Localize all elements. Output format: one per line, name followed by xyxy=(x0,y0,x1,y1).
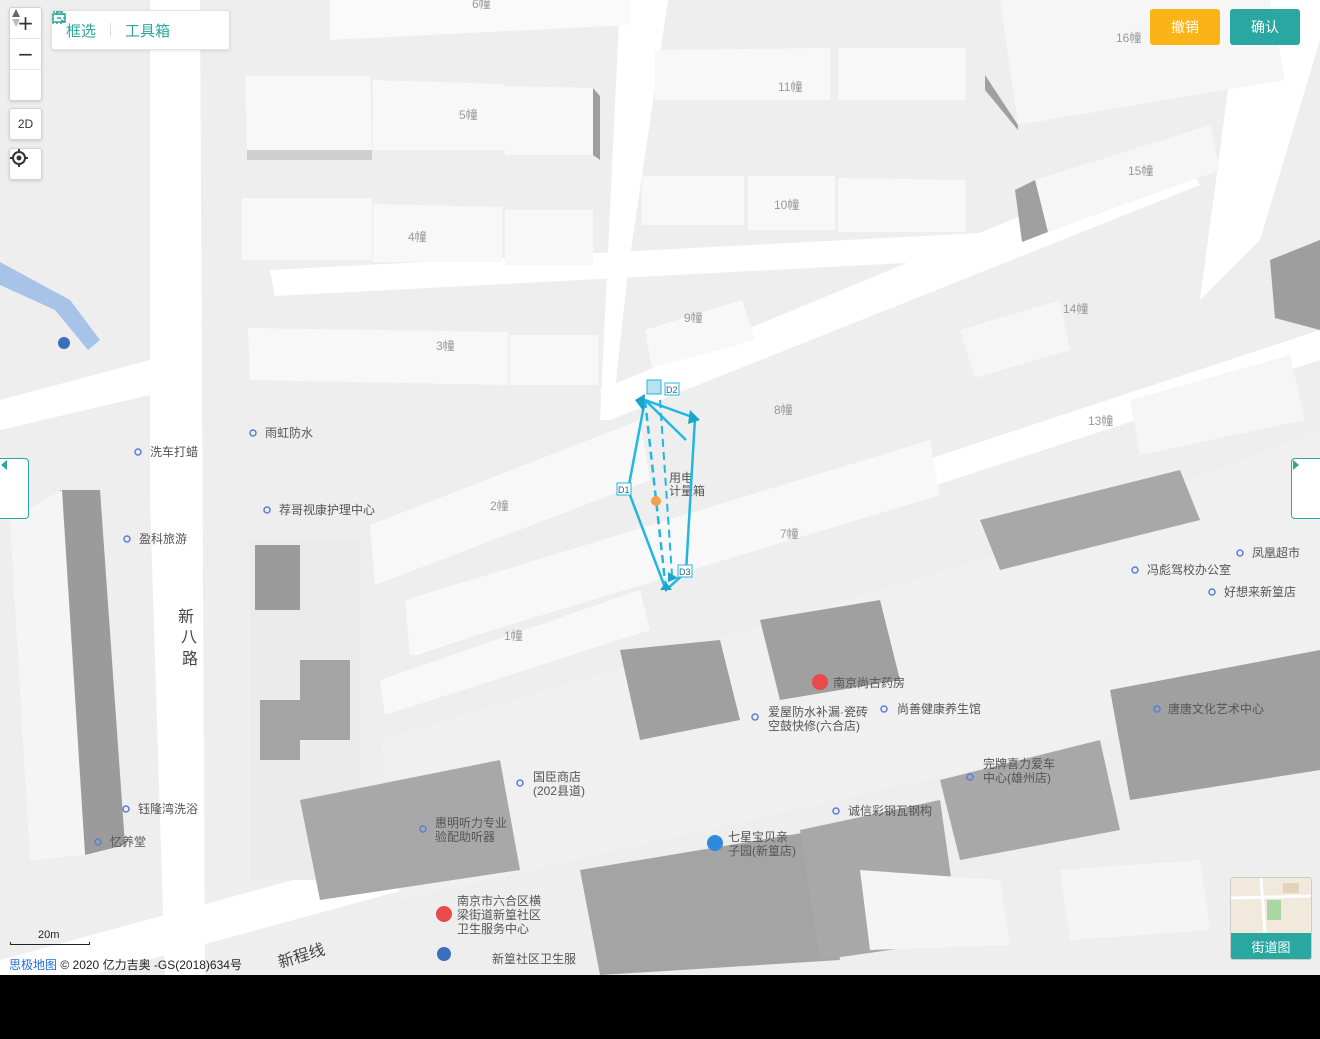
right-panel-toggle[interactable] xyxy=(1291,458,1320,519)
map-layer[interactable]: 6幢 16幢 11幢 5幢 15幢 10幢 4幢 9幢 14幢 3幢 8幢 13… xyxy=(0,0,1320,975)
road-xinba xyxy=(150,0,205,975)
svg-text:尚善健康养生馆: 尚善健康养生馆 xyxy=(897,701,981,716)
svg-text:荐哥视康护理中心: 荐哥视康护理中心 xyxy=(279,502,375,517)
svg-text:新程线: 新程线 xyxy=(276,941,327,972)
svg-text:验配助听器: 验配助听器 xyxy=(435,829,495,844)
chevron-right-icon xyxy=(1293,460,1299,470)
zoom-out-button[interactable]: − xyxy=(10,39,41,70)
locate-button[interactable] xyxy=(9,148,42,180)
svg-text:9幢: 9幢 xyxy=(684,310,703,325)
svg-text:南京市六合区横: 南京市六合区横 xyxy=(457,893,541,908)
svg-text:雨虹防水: 雨虹防水 xyxy=(265,425,313,440)
svg-text:冯彪驾校办公室: 冯彪驾校办公室 xyxy=(1147,562,1231,577)
box-select-label: 框选 xyxy=(66,22,97,40)
streetview-thumbnail xyxy=(1231,878,1311,933)
copyright-text: © 2020 亿力吉奥 -GS(2018)634号 xyxy=(60,958,242,972)
svg-text:计量箱: 计量箱 xyxy=(669,483,705,498)
svg-text:好想来新篁店: 好想来新篁店 xyxy=(1224,584,1296,599)
confirm-button[interactable]: 确认 xyxy=(1230,9,1300,45)
svg-text:子园(新篁店): 子园(新篁店) xyxy=(728,843,796,858)
svg-text:D1: D1 xyxy=(618,485,630,495)
svg-text:七星宝贝亲: 七星宝贝亲 xyxy=(728,830,788,844)
chevron-left-icon xyxy=(1,460,7,470)
scale-bar: 20m xyxy=(10,928,90,945)
road-west xyxy=(0,360,150,430)
svg-text:D3: D3 xyxy=(679,567,691,577)
svg-text:16幢: 16幢 xyxy=(1116,30,1141,45)
svg-text:15幢: 15幢 xyxy=(1128,163,1153,178)
zoom-controls: + − xyxy=(9,7,42,101)
svg-text:路: 路 xyxy=(182,650,198,668)
svg-text:新篁社区卫生服: 新篁社区卫生服 xyxy=(492,951,576,966)
svg-text:用电: 用电 xyxy=(669,471,693,485)
svg-text:4幢: 4幢 xyxy=(408,229,427,244)
svg-text:5幢: 5幢 xyxy=(459,107,478,122)
svg-text:洗车打蜡: 洗车打蜡 xyxy=(150,444,198,459)
svg-text:新: 新 xyxy=(178,608,194,626)
svg-text:3幢: 3幢 xyxy=(436,338,455,353)
svg-text:8幢: 8幢 xyxy=(774,402,793,417)
svg-text:唐唐文化艺术中心: 唐唐文化艺术中心 xyxy=(1168,701,1264,716)
map-brand-link[interactable]: 思极地图 xyxy=(9,958,57,972)
toolbox-label: 工具箱 xyxy=(125,22,171,40)
svg-text:空鼓快修(六合店): 空鼓快修(六合店) xyxy=(768,718,860,733)
streetview-label: 街道图 xyxy=(1231,933,1311,959)
svg-text:国臣商店: 国臣商店 xyxy=(533,769,581,784)
attribution: 思极地图 © 2020 亿力吉奥 -GS(2018)634号 xyxy=(9,956,242,973)
svg-text:6幢: 6幢 xyxy=(472,0,491,11)
svg-text:7幢: 7幢 xyxy=(780,526,799,541)
svg-text:惠明听力专业: 惠明听力专业 xyxy=(435,815,507,830)
svg-text:完牌喜力爱车: 完牌喜力爱车 xyxy=(983,756,1055,771)
svg-text:中心(雄州店): 中心(雄州店) xyxy=(983,770,1051,785)
svg-text:八: 八 xyxy=(181,629,197,646)
map-canvas[interactable]: 6幢 16幢 11幢 5幢 15幢 10幢 4幢 9幢 14幢 3幢 8幢 13… xyxy=(0,0,1320,975)
svg-text:(202县道): (202县道) xyxy=(533,784,585,798)
compass-button[interactable] xyxy=(10,9,41,100)
svg-text:D2: D2 xyxy=(666,385,678,395)
map-toolbar: 框选 工具箱 xyxy=(51,10,230,50)
locate-icon xyxy=(10,149,28,167)
streetview-button[interactable]: 街道图 xyxy=(1230,877,1312,960)
svg-text:钰隆湾洗浴: 钰隆湾洗浴 xyxy=(138,801,198,816)
toolbox-tool[interactable]: 工具箱 xyxy=(52,11,184,41)
svg-text:忆养堂: 忆养堂 xyxy=(110,834,146,849)
svg-text:10幢: 10幢 xyxy=(774,197,799,212)
cancel-button[interactable]: 撤销 xyxy=(1150,9,1220,45)
compass-icon xyxy=(12,9,20,27)
mode-2d-button[interactable]: 2D xyxy=(9,108,42,140)
toolbox-icon xyxy=(52,11,66,23)
svg-text:14幢: 14幢 xyxy=(1063,301,1088,316)
svg-text:11幢: 11幢 xyxy=(778,79,802,94)
svg-text:凤凰超市: 凤凰超市 xyxy=(1252,545,1300,560)
buildings xyxy=(10,0,1320,975)
svg-text:1幢: 1幢 xyxy=(504,628,523,643)
water-channel xyxy=(0,262,100,350)
svg-text:2幢: 2幢 xyxy=(490,498,509,513)
scale-line xyxy=(10,942,90,945)
svg-text:盈科旅游: 盈科旅游 xyxy=(139,532,187,546)
svg-text:卫生服务中心: 卫生服务中心 xyxy=(457,921,529,936)
scale-label: 20m xyxy=(38,929,60,941)
left-panel-toggle[interactable] xyxy=(0,458,29,519)
svg-text:诚信彩钢瓦钢构: 诚信彩钢瓦钢构 xyxy=(848,803,932,818)
svg-text:13幢: 13幢 xyxy=(1088,413,1113,428)
svg-text:梁街道新篁社区: 梁街道新篁社区 xyxy=(457,907,541,922)
svg-text:南京尚古药房: 南京尚古药房 xyxy=(833,675,905,690)
svg-text:爱屋防水补漏·瓷砖: 爱屋防水补漏·瓷砖 xyxy=(768,704,868,719)
